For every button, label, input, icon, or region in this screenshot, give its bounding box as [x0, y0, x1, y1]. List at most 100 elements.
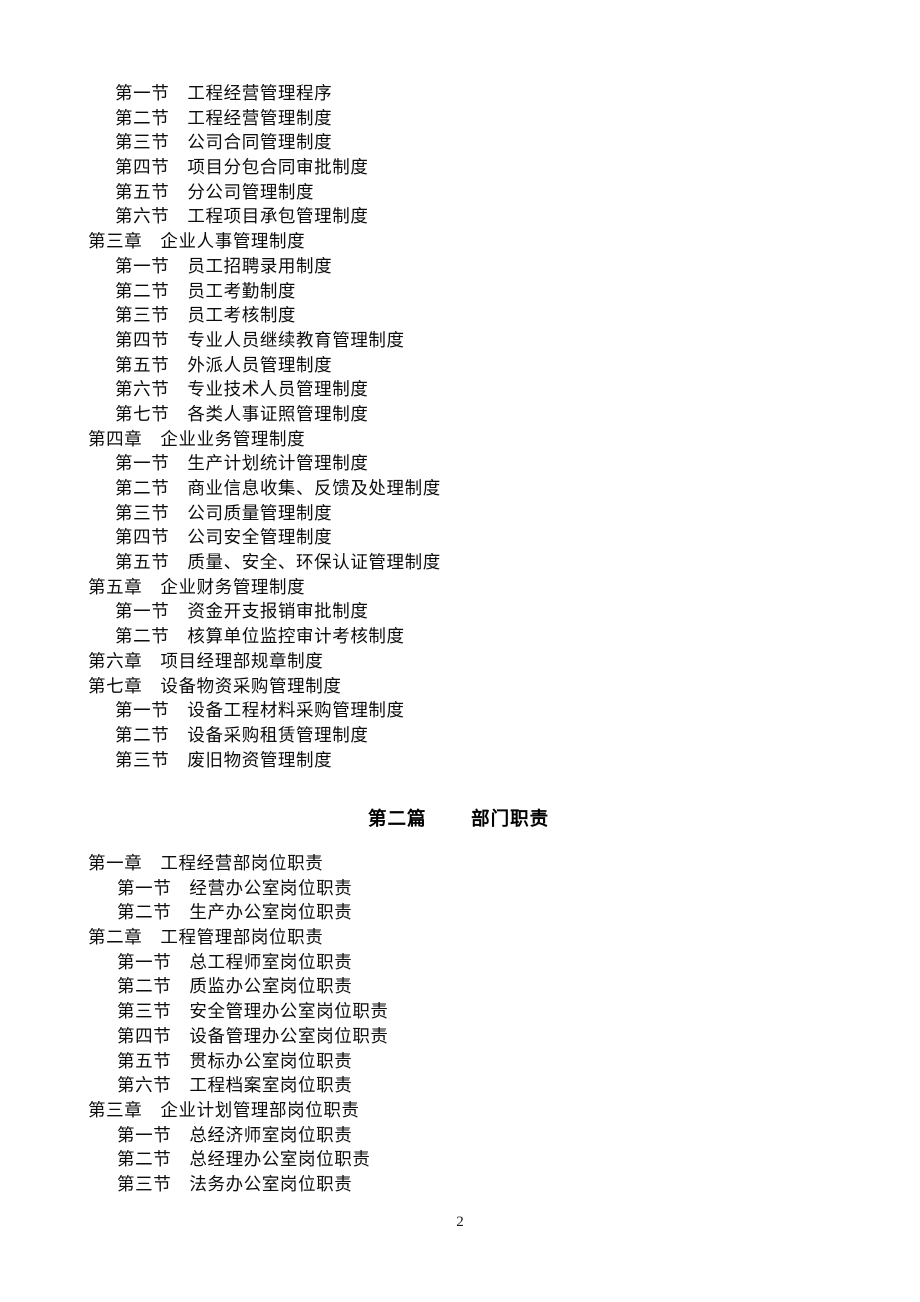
toc-line-section[interactable]: 第六节 工程档案室岗位职责	[0, 1074, 920, 1099]
toc-line-section[interactable]: 第一节 设备工程材料采购管理制度	[0, 699, 920, 724]
toc-entry-gap	[169, 553, 187, 573]
toc-line-section[interactable]: 第一节 员工招聘录用制度	[0, 255, 920, 280]
toc-entry-gap	[169, 751, 187, 771]
toc-entry-title: 工程管理部岗位职责	[160, 928, 324, 949]
toc-line-section[interactable]: 第五节 外派人员管理制度	[0, 354, 920, 379]
toc-line-section[interactable]: 第二节 员工考勤制度	[0, 280, 920, 305]
toc-line-section[interactable]: 第五节 分公司管理制度	[0, 181, 920, 206]
toc-entry-title: 公司合同管理制度	[187, 133, 333, 154]
toc-entry-label: 第三节	[117, 1002, 172, 1023]
toc-entry-label: 第五节	[115, 355, 170, 376]
toc-line-section[interactable]: 第四节 设备管理办公室岗位职责	[0, 1025, 920, 1050]
toc-line-section[interactable]: 第一节 总工程师室岗位职责	[0, 951, 920, 976]
toc-entry-label: 第一节	[115, 701, 170, 722]
toc-entry-title: 贯标办公室岗位职责	[189, 1051, 353, 1072]
toc-entry-title: 专业技术人员管理制度	[187, 380, 369, 401]
toc-line-section[interactable]: 第四节 公司安全管理制度	[0, 526, 920, 551]
toc-entry-label: 第三节	[115, 503, 170, 524]
toc-entry-gap	[171, 1027, 189, 1047]
toc-line-section[interactable]: 第二节 质监办公室岗位职责	[0, 975, 920, 1000]
toc-entry-title: 工程项目承包管理制度	[187, 207, 369, 228]
toc-line-section[interactable]: 第三节 公司质量管理制度	[0, 502, 920, 527]
toc-line-section[interactable]: 第三节 公司合同管理制度	[0, 131, 920, 156]
toc-entry-gap	[142, 232, 160, 252]
toc-entry-title: 公司安全管理制度	[187, 528, 333, 549]
toc-entry-title: 资金开支报销审批制度	[187, 602, 369, 623]
toc-entry-label: 第二节	[115, 108, 170, 129]
toc-entry-title: 生产办公室岗位职责	[189, 903, 353, 924]
toc-line-section[interactable]: 第五节 质量、安全、环保认证管理制度	[0, 551, 920, 576]
toc-entry-label: 第三节	[117, 1174, 172, 1195]
toc-entry-label: 第一节	[115, 84, 170, 104]
toc-entry-title: 员工考勤制度	[187, 281, 297, 302]
toc-entry-title: 法务办公室岗位职责	[189, 1174, 353, 1195]
toc-entry-gap	[169, 479, 187, 499]
toc-entry-label: 第二章	[88, 928, 143, 949]
toc-entry-gap	[171, 977, 189, 997]
toc-entry-gap	[142, 1101, 160, 1121]
toc-line-section[interactable]: 第一节 总经济师室岗位职责	[0, 1124, 920, 1149]
toc-line-section[interactable]: 第六节 专业技术人员管理制度	[0, 378, 920, 403]
toc-line-section[interactable]: 第一节 经营办公室岗位职责	[0, 877, 920, 902]
toc-line-section[interactable]: 第三节 员工考核制度	[0, 304, 920, 329]
toc-entry-label: 第二节	[117, 903, 172, 924]
toc-entry-title: 废旧物资管理制度	[187, 750, 333, 771]
toc-line-section[interactable]: 第二节 总经理办公室岗位职责	[0, 1148, 920, 1173]
toc-line-section[interactable]: 第七节 各类人事证照管理制度	[0, 403, 920, 428]
toc-line-section[interactable]: 第三节 法务办公室岗位职责	[0, 1173, 920, 1198]
toc-line-section[interactable]: 第四节 项目分包合同审批制度	[0, 156, 920, 181]
toc-entry-gap	[169, 306, 187, 326]
toc-entry-label: 第二节	[115, 281, 170, 302]
toc-entry-title: 工程经营管理制度	[187, 108, 333, 129]
toc-entry-gap	[169, 528, 187, 548]
toc-line-section[interactable]: 第五节 贯标办公室岗位职责	[0, 1050, 920, 1075]
toc-entry-gap	[171, 1175, 189, 1195]
toc-entry-title: 质监办公室岗位职责	[189, 977, 353, 998]
toc-entry-gap	[169, 701, 187, 721]
toc-line-section[interactable]: 第一节 生产计划统计管理制度	[0, 452, 920, 477]
toc-line-section[interactable]: 第三节 废旧物资管理制度	[0, 749, 920, 774]
toc-entry-label: 第三节	[115, 133, 170, 154]
toc-entry-gap	[171, 1126, 189, 1146]
toc-entry-label: 第三节	[115, 306, 170, 327]
toc-line-chapter[interactable]: 第二章 工程管理部岗位职责	[0, 926, 920, 951]
toc-entry-title: 企业计划管理部岗位职责	[160, 1100, 360, 1121]
toc-line-chapter[interactable]: 第七章 设备物资采购管理制度	[0, 675, 920, 700]
toc-line-chapter[interactable]: 第三章 企业人事管理制度	[0, 230, 920, 255]
toc-entry-gap	[169, 282, 187, 302]
toc-entry-gap	[169, 158, 187, 178]
toc-entry-title: 设备物资采购管理制度	[160, 676, 342, 697]
toc-entry-label: 第一节	[115, 256, 170, 277]
toc-entry-label: 第一节	[115, 454, 170, 475]
toc-line-chapter[interactable]: 第一章 工程经营部岗位职责	[0, 852, 920, 877]
toc-line-section[interactable]: 第二节 设备采购租赁管理制度	[0, 724, 920, 749]
toc-entry-gap	[169, 133, 187, 153]
toc-entry-label: 第六节	[115, 207, 170, 228]
toc-line-chapter[interactable]: 第四章 企业业务管理制度	[0, 428, 920, 453]
toc-line-chapter[interactable]: 第六章 项目经理部规章制度	[0, 650, 920, 675]
toc-entry-gap	[169, 602, 187, 622]
toc-entry-label: 第四章	[88, 429, 143, 450]
toc-entry-title: 总经济师室岗位职责	[189, 1125, 353, 1146]
toc-line-section[interactable]: 第二节 工程经营管理制度	[0, 107, 920, 132]
toc-line-chapter[interactable]: 第三章 企业计划管理部岗位职责	[0, 1099, 920, 1124]
toc-line-chapter[interactable]: 第五章 企业财务管理制度	[0, 576, 920, 601]
toc-entry-title: 项目分包合同审批制度	[187, 158, 369, 179]
toc-line-section[interactable]: 第二节 生产办公室岗位职责	[0, 901, 920, 926]
toc-entry-gap	[169, 207, 187, 227]
toc-entry-label: 第五章	[88, 577, 143, 598]
toc-line-section[interactable]: 第二节 商业信息收集、反馈及处理制度	[0, 477, 920, 502]
toc-line-section[interactable]: 第四节 专业人员继续教育管理制度	[0, 329, 920, 354]
toc-block-first-part: 第一节 工程经营管理程序 第二节 工程经营管理制度 第三节 公司合同管理制度 第四节 …	[0, 82, 920, 773]
toc-entry-title: 工程经营部岗位职责	[160, 854, 324, 874]
toc-entry-gap	[169, 84, 187, 104]
toc-entry-title: 质量、安全、环保认证管理制度	[187, 553, 441, 574]
toc-line-section[interactable]: 第一节 资金开支报销审批制度	[0, 600, 920, 625]
toc-line-section[interactable]: 第二节 核算单位监控审计考核制度	[0, 625, 920, 650]
toc-entry-title: 各类人事证照管理制度	[187, 404, 369, 425]
toc-line-section[interactable]: 第一节 工程经营管理程序	[0, 82, 920, 107]
toc-entry-gap	[171, 903, 189, 923]
toc-line-section[interactable]: 第六节 工程项目承包管理制度	[0, 205, 920, 230]
toc-entry-title: 总工程师室岗位职责	[189, 952, 353, 973]
toc-line-section[interactable]: 第三节 安全管理办公室岗位职责	[0, 1000, 920, 1025]
